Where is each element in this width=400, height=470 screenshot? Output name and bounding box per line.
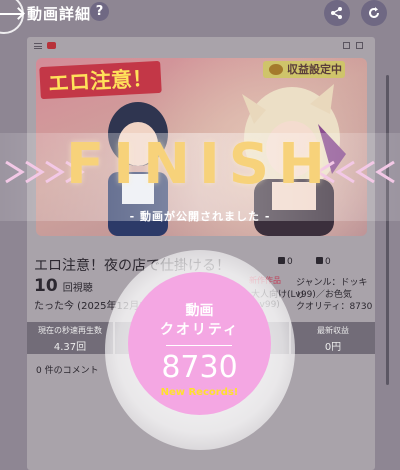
share-icon bbox=[331, 7, 342, 19]
like-button[interactable]: 0 bbox=[278, 257, 293, 267]
window-close-icon[interactable] bbox=[356, 42, 363, 49]
back-arrow-icon[interactable] bbox=[0, 13, 24, 15]
stat-value: 0円 bbox=[324, 342, 342, 353]
scrollbar-thumb[interactable] bbox=[386, 75, 389, 385]
refresh-button[interactable] bbox=[361, 0, 387, 26]
share-button[interactable] bbox=[324, 0, 350, 26]
quality-result-value: 8730 bbox=[161, 350, 238, 385]
quality-divider bbox=[166, 345, 232, 346]
dislike-count: 0 bbox=[325, 257, 331, 267]
coin-icon bbox=[269, 64, 283, 75]
quality-result-label-1: 動画 bbox=[185, 303, 214, 319]
views-label: 回視聴 bbox=[62, 283, 93, 294]
like-count: 0 bbox=[287, 257, 293, 267]
monetize-badge: 収益設定中 bbox=[263, 61, 345, 78]
thumb-up-icon bbox=[278, 257, 285, 264]
finish-title: FINISH bbox=[66, 132, 334, 197]
monetize-badge-label: 収益設定中 bbox=[287, 63, 342, 76]
play-icon bbox=[47, 42, 56, 49]
help-icon[interactable]: ? bbox=[90, 2, 109, 21]
window-maximize-icon[interactable] bbox=[343, 42, 350, 49]
finish-subtitle: - 動画が公開されました - bbox=[129, 210, 271, 223]
header-bar: 動画詳細 ? bbox=[0, 0, 400, 34]
stat-views-per-sec: 現在の秒速再生数 4.37回 bbox=[27, 322, 113, 354]
quality-result-label-2: クオリティ bbox=[159, 322, 240, 338]
stat-label: 現在の秒速再生数 bbox=[38, 326, 102, 335]
comment-count: 0 件のコメント bbox=[36, 366, 99, 376]
views-row: 10 回視聴 bbox=[34, 276, 93, 296]
quality-label: クオリティ：8730 bbox=[296, 302, 373, 312]
thumb-down-icon bbox=[316, 257, 323, 264]
menu-icon[interactable] bbox=[34, 43, 42, 49]
stat-value: 4.37回 bbox=[53, 342, 87, 353]
dislike-button[interactable]: 0 bbox=[316, 257, 331, 267]
page-title: 動画詳細 bbox=[27, 5, 92, 23]
stat-label: 最新収益 bbox=[317, 326, 349, 335]
refresh-icon bbox=[369, 7, 379, 18]
thumbnail-banner: エロ注意！ bbox=[39, 60, 162, 100]
views-count: 10 bbox=[34, 276, 58, 296]
stat-latest-revenue: 最新収益 0円 bbox=[291, 322, 375, 354]
card-topbar bbox=[27, 37, 375, 54]
new-record-label: New Records! bbox=[160, 387, 239, 398]
